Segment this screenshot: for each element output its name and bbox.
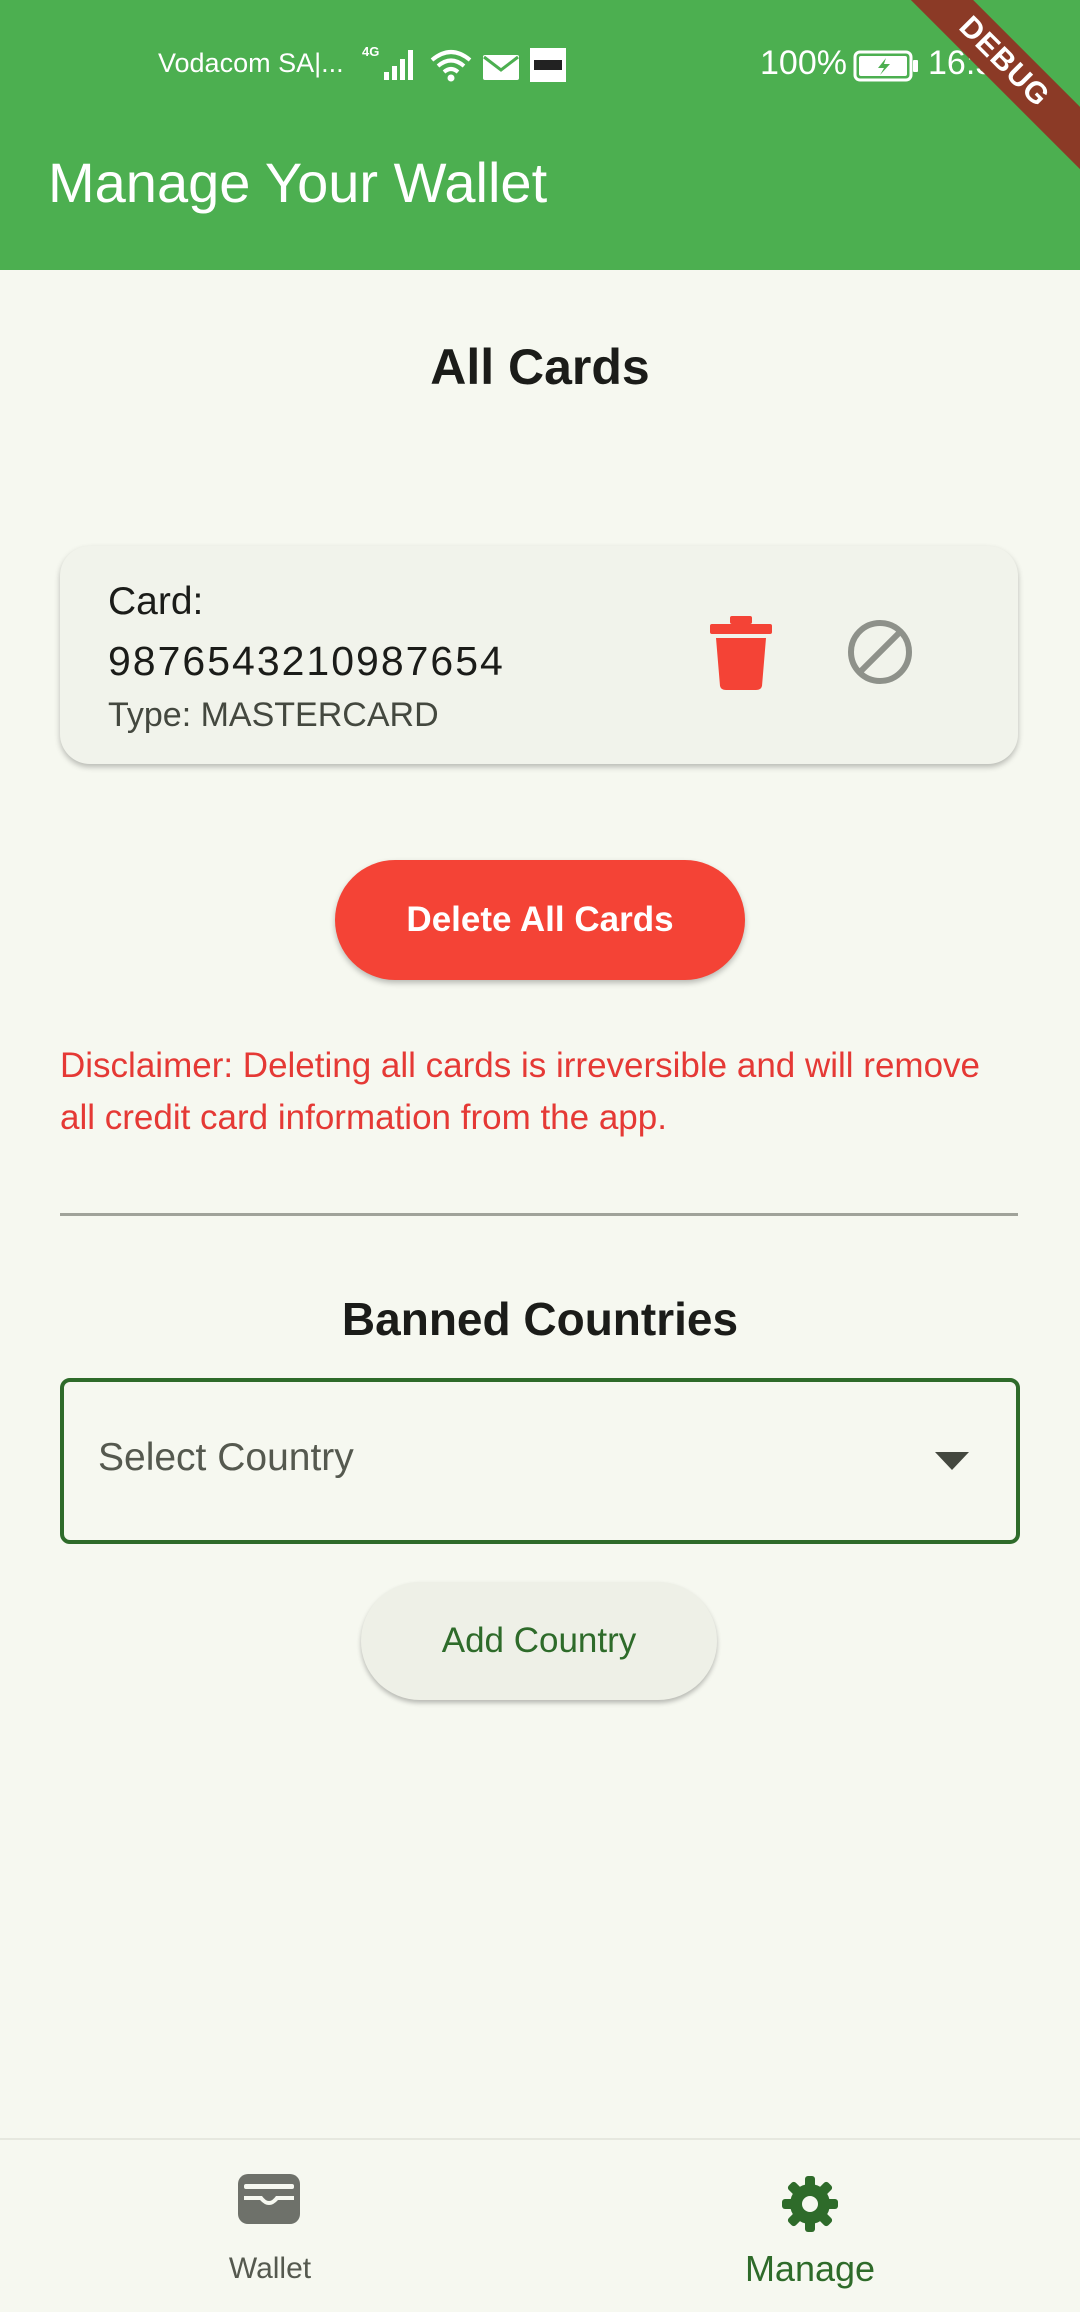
card-item: Card: 9876543210987654 Type: MASTERCARD [60, 546, 1018, 764]
block-icon[interactable] [844, 616, 916, 688]
all-cards-heading: All Cards [430, 339, 650, 395]
battery-percent: 100% [760, 44, 847, 82]
mail-icon [483, 55, 519, 80]
chevron-down-icon [935, 1452, 969, 1470]
delete-all-cards-button[interactable]: Delete All Cards [335, 860, 745, 980]
nav-label-wallet: Wallet [228, 2252, 312, 2285]
signal-icon: 4G [362, 44, 413, 80]
app-bar: Vodacom SA|... 4G 100% 16:59 DEBUG Manag… [0, 0, 1080, 270]
banned-countries-heading: Banned Countries [341, 1293, 739, 1345]
gear-icon [782, 2176, 838, 2232]
wifi-icon [430, 50, 472, 82]
delete-icon[interactable] [710, 616, 772, 690]
bottom-navigation: Wallet Manage [0, 2138, 1080, 2312]
disclaimer-text: Disclaimer: Deleting all cards is irreve… [60, 1046, 981, 1137]
network-type: 4G [362, 44, 379, 59]
asap-notification-icon [530, 48, 566, 82]
card-label: Card: [108, 580, 204, 623]
nav-item-manage[interactable]: Manage [540, 2140, 1080, 2312]
battery-charging-icon [853, 50, 918, 82]
status-bar: Vodacom SA|... 4G 100% 16:59 [0, 40, 1080, 88]
page-title: Manage Your Wallet [48, 151, 548, 214]
country-select[interactable]: Select Country [60, 1378, 1020, 1544]
card-type: Type: MASTERCARD [108, 696, 439, 734]
wallet-icon [238, 2174, 300, 2224]
country-select-placeholder: Select Country [98, 1436, 354, 1479]
nav-label-manage: Manage [744, 2248, 876, 2289]
status-icons: 4G [362, 44, 566, 82]
carrier-name: Vodacom SA|... [158, 48, 344, 78]
card-number: 9876543210987654 [108, 638, 505, 684]
add-country-button[interactable]: Add Country [361, 1582, 717, 1700]
debug-banner: DEBUG [889, 0, 1080, 177]
nav-item-wallet[interactable]: Wallet [0, 2140, 540, 2312]
divider [60, 1213, 1018, 1216]
